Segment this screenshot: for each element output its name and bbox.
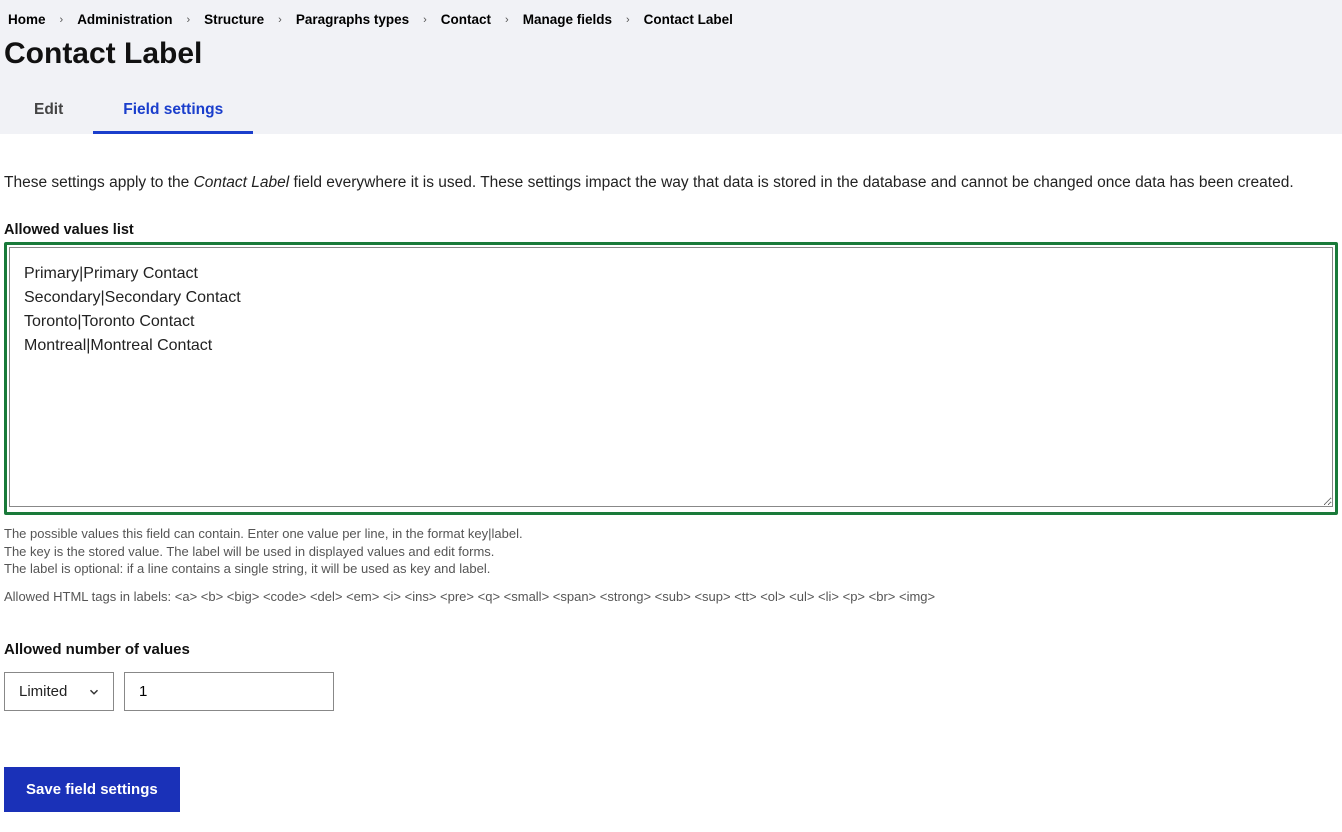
chevron-right-icon: › bbox=[499, 14, 515, 26]
cardinality-mode-select[interactable]: Limited bbox=[4, 672, 114, 711]
allowed-values-help: The possible values this field can conta… bbox=[4, 525, 1338, 578]
intro-suffix: field everywhere it is used. These setti… bbox=[289, 174, 1293, 191]
allowed-values-label: Allowed values list bbox=[4, 222, 1338, 238]
intro-text: These settings apply to the Contact Labe… bbox=[4, 174, 1338, 192]
cardinality-number-input[interactable] bbox=[124, 672, 334, 711]
intro-prefix: These settings apply to the bbox=[4, 174, 194, 191]
help-line-3: The label is optional: if a line contain… bbox=[4, 560, 1338, 578]
breadcrumb-item-structure[interactable]: Structure bbox=[200, 12, 268, 27]
allowed-number-label: Allowed number of values bbox=[4, 641, 1338, 658]
allowed-values-textarea[interactable] bbox=[9, 247, 1333, 507]
save-field-settings-button[interactable]: Save field settings bbox=[4, 767, 180, 812]
chevron-right-icon: › bbox=[417, 14, 433, 26]
breadcrumb-item-manage-fields[interactable]: Manage fields bbox=[519, 12, 616, 27]
page-title: Contact Label bbox=[4, 35, 1338, 89]
help-line-2: The key is the stored value. The label w… bbox=[4, 543, 1338, 561]
breadcrumb-item-paragraphs-types[interactable]: Paragraphs types bbox=[292, 12, 413, 27]
breadcrumb-item-administration[interactable]: Administration bbox=[73, 12, 176, 27]
tab-edit[interactable]: Edit bbox=[4, 89, 93, 134]
chevron-down-icon bbox=[87, 685, 101, 699]
tab-field-settings[interactable]: Field settings bbox=[93, 89, 253, 134]
allowed-values-wrap bbox=[4, 242, 1338, 515]
chevron-right-icon: › bbox=[620, 14, 636, 26]
breadcrumb-item-home[interactable]: Home bbox=[4, 12, 50, 27]
help-line-1: The possible values this field can conta… bbox=[4, 525, 1338, 543]
allowed-html-tags-help: Allowed HTML tags in labels: <a> <b> <bi… bbox=[4, 588, 1338, 606]
intro-field-name: Contact Label bbox=[194, 174, 290, 191]
breadcrumb-item-contact[interactable]: Contact bbox=[437, 12, 495, 27]
chevron-right-icon: › bbox=[180, 14, 196, 26]
cardinality-mode-value: Limited bbox=[19, 683, 67, 700]
chevron-right-icon: › bbox=[54, 14, 70, 26]
breadcrumb: Home › Administration › Structure › Para… bbox=[4, 8, 1338, 35]
breadcrumb-item-current: Contact Label bbox=[640, 12, 737, 27]
tabs: Edit Field settings bbox=[4, 89, 1338, 134]
chevron-right-icon: › bbox=[272, 14, 288, 26]
num-values-row: Limited bbox=[4, 672, 1338, 711]
